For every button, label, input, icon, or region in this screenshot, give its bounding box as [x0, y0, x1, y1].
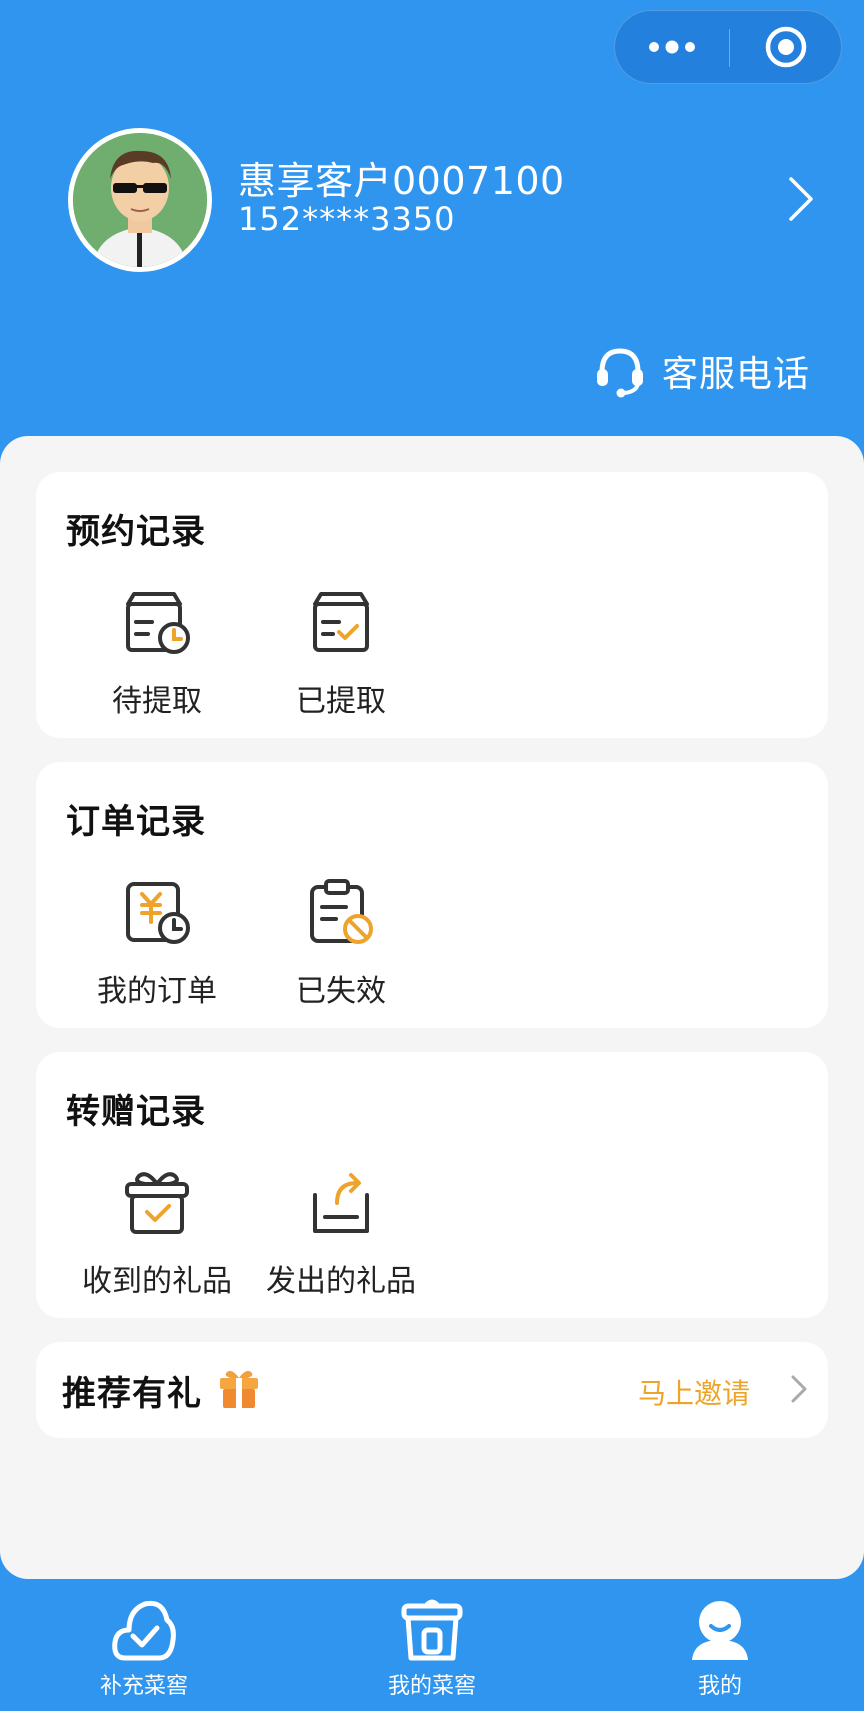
avatar-cartoon	[73, 133, 207, 267]
target-circle-icon	[765, 26, 807, 68]
invite-chevron-right-icon[interactable]	[790, 1374, 808, 1408]
gift-records-title: 转赠记录	[66, 1092, 206, 1132]
sent-gifts-label: 发出的礼品	[266, 1264, 416, 1299]
close-button[interactable]	[729, 11, 843, 83]
tab-replenish-cellar[interactable]: 补充菜窖	[0, 1580, 288, 1711]
customer-service-label: 客服电话	[662, 354, 811, 395]
my-orders-item[interactable]: 我的订单	[72, 874, 242, 1010]
sent-gifts-item[interactable]: 发出的礼品	[256, 1164, 426, 1300]
tab-my-cellar[interactable]: 我的菜窖	[288, 1580, 576, 1711]
profile-header: 惠享客户0007100 152****3350 客服电话	[0, 0, 864, 460]
avatar[interactable]	[68, 128, 212, 272]
box-check-icon	[313, 592, 369, 652]
picked-up-label: 已提取	[296, 684, 386, 719]
tab-me-label: 我的	[697, 1674, 742, 1699]
order-records-title: 订单记录	[66, 802, 206, 842]
reservation-records-card: 预约记录 待提取 已提取	[36, 472, 828, 738]
headset-icon	[597, 348, 643, 398]
bottom-tab-bar: 补充菜窖 我的菜窖 我的	[0, 1580, 864, 1711]
tab-my-cellar-label: 我的菜窖	[387, 1674, 476, 1699]
more-button[interactable]	[615, 11, 729, 83]
pending-pickup-label: 待提取	[112, 684, 202, 719]
main-content: 预约记录 待提取 已提取 订单记录 我的订单 已失效 转赠记录 收到的礼品 发出…	[0, 436, 864, 1579]
user-name: 惠享客户0007100	[238, 159, 565, 203]
user-phone: 152****3350	[238, 200, 456, 238]
order-records-card: 订单记录 我的订单 已失效	[36, 762, 828, 1028]
my-orders-label: 我的订单	[97, 974, 217, 1009]
referral-title: 推荐有礼	[62, 1374, 202, 1414]
clipboard-forbidden-icon	[310, 879, 373, 944]
tab-me[interactable]: 我的	[576, 1580, 864, 1711]
invite-now-link[interactable]: 马上邀请	[638, 1372, 750, 1412]
reservation-records-title: 预约记录	[66, 512, 206, 552]
expired-orders-item[interactable]: 已失效	[256, 874, 426, 1010]
cellar-jar-icon	[401, 1599, 463, 1661]
user-smile-icon	[692, 1601, 748, 1660]
gift-records-card: 转赠记录 收到的礼品 发出的礼品	[36, 1052, 828, 1318]
customer-service-link[interactable]: 客服电话	[594, 344, 810, 398]
box-clock-icon	[126, 592, 190, 654]
tray-share-icon	[313, 1173, 369, 1233]
picked-up-item[interactable]: 已提取	[256, 584, 426, 720]
profile-chevron-right-icon[interactable]	[786, 176, 816, 226]
yuan-clock-icon	[126, 882, 190, 944]
pending-pickup-item[interactable]: 待提取	[72, 584, 242, 720]
more-dots-icon	[649, 40, 695, 54]
tab-replenish-cellar-label: 补充菜窖	[99, 1674, 188, 1699]
mini-program-capsule	[614, 10, 842, 84]
gift-box-check-icon	[125, 1172, 189, 1234]
referral-card[interactable]: 推荐有礼 马上邀请	[36, 1342, 828, 1438]
received-gifts-item[interactable]: 收到的礼品	[72, 1164, 242, 1300]
cloud-check-icon	[112, 1600, 176, 1661]
gift-icon	[218, 1366, 260, 1414]
avatar-image	[73, 133, 207, 267]
expired-orders-label: 已失效	[296, 974, 386, 1009]
received-gifts-label: 收到的礼品	[82, 1264, 232, 1299]
